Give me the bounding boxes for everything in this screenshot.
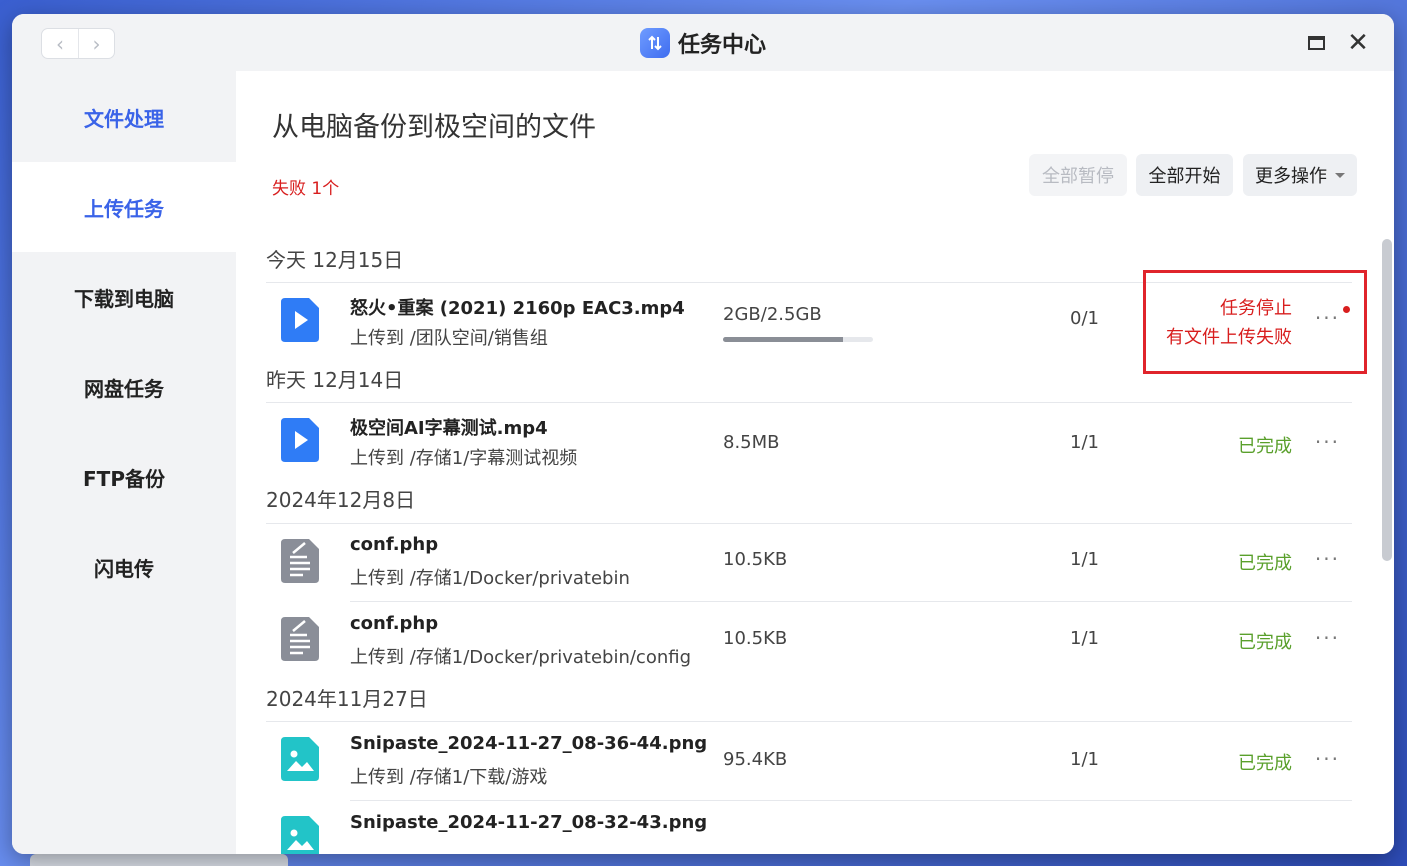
fail-count-filter[interactable]: 失败 1个 [272, 174, 339, 199]
back-button[interactable]: ‹ [42, 29, 78, 58]
table-row[interactable]: 极空间AI字幕测试.mp4 上传到 /存储1/字幕测试视频 8.5MB 1/1 … [266, 402, 1352, 480]
file-count: 1/1 [1070, 549, 1099, 570]
date-group-header: 昨天 12月14日 [266, 368, 404, 392]
file-name: conf.php [350, 613, 439, 634]
file-count: 1/1 [1070, 749, 1099, 770]
file-name: Snipaste_2024-11-27_08-36-44.png [350, 733, 708, 754]
date-group-header: 2024年12月8日 [266, 488, 416, 512]
close-icon: ✕ [1347, 28, 1369, 58]
table-row[interactable]: conf.php 上传到 /存储1/Docker/privatebin/conf… [266, 601, 1352, 679]
file-name: conf.php [350, 534, 439, 555]
title-bar: ‹ › 任务中心 ✕ [12, 14, 1394, 71]
sidebar-item-ftp-backup[interactable]: FTP备份 [12, 432, 236, 522]
file-count: 1/1 [1070, 628, 1099, 649]
status-text: 已完成 [1238, 753, 1292, 774]
app-title-text: 任务中心 [678, 33, 767, 58]
sidebar-item-cloud-tasks[interactable]: 网盘任务 [12, 342, 236, 432]
sidebar-item-flash-transfer[interactable]: 闪电传 [12, 522, 236, 612]
button-label: 全部暂停 [1042, 166, 1114, 187]
sidebar-item-upload-tasks[interactable]: 上传任务 [12, 162, 236, 252]
chevron-left-icon: ‹ [56, 31, 64, 56]
upload-progress-bar [723, 337, 873, 342]
upload-destination: 上传到 /团队空间/销售组 [350, 328, 548, 349]
table-row[interactable]: conf.php 上传到 /存储1/Docker/privatebin 10.5… [266, 523, 1352, 601]
forward-button[interactable]: › [78, 29, 114, 58]
file-size: 8.5MB [723, 432, 780, 453]
start-all-button[interactable]: 全部开始 [1136, 154, 1233, 196]
file-size: 95.4KB [723, 749, 788, 770]
task-center-logo-icon [640, 28, 670, 58]
sidebar-item-label: 下载到电脑 [74, 286, 174, 311]
document-file-icon [281, 617, 319, 661]
sidebar-item-label: FTP备份 [83, 466, 165, 491]
main-panel: 从电脑备份到极空间的文件 失败 1个 全部暂停 全部开始 更多操作 今天 12月… [236, 71, 1394, 854]
sidebar-item-label: 上传任务 [84, 196, 164, 221]
upload-progress-fill [723, 337, 843, 342]
status-text: 已完成 [1238, 553, 1292, 574]
document-file-icon [281, 539, 319, 583]
sidebar-item-file-processing[interactable]: 文件处理 [12, 72, 236, 162]
status-text: 已完成 [1238, 436, 1292, 457]
upload-destination: 上传到 /存储1/字幕测试视频 [350, 448, 578, 469]
desktop-taskbar-fragment [30, 854, 288, 866]
file-size: 2GB/2.5GB [723, 304, 822, 325]
image-file-icon [281, 737, 319, 781]
status-text: 已完成 [1238, 632, 1292, 653]
sidebar: 文件处理 上传任务 下载到电脑 网盘任务 FTP备份 闪电传 [12, 71, 236, 854]
upload-destination: 上传到 /存储1/下载/游戏 [350, 767, 548, 788]
date-group-header: 2024年11月27日 [266, 687, 428, 711]
file-size: 10.5KB [723, 628, 788, 649]
file-name: 怒火•重案 (2021) 2160p EAC3.mp4 [350, 298, 685, 319]
file-name: 极空间AI字幕测试.mp4 [350, 418, 548, 439]
sidebar-item-download-to-pc[interactable]: 下载到电脑 [12, 252, 236, 342]
chevron-right-icon: › [92, 31, 101, 56]
more-options-icon[interactable]: ··· [1315, 549, 1340, 569]
history-nav: ‹ › [41, 28, 115, 59]
app-title: 任务中心 [640, 27, 766, 59]
sidebar-item-label: 网盘任务 [84, 376, 164, 401]
error-highlight-box [1143, 270, 1367, 374]
file-size: 10.5KB [723, 549, 788, 570]
file-count: 1/1 [1070, 432, 1099, 453]
more-actions-dropdown[interactable]: 更多操作 [1243, 154, 1357, 196]
sidebar-item-label: 闪电传 [94, 556, 154, 581]
more-options-icon[interactable]: ··· [1315, 749, 1340, 769]
button-label: 更多操作 [1255, 166, 1327, 187]
vertical-scrollbar[interactable] [1382, 239, 1392, 561]
sidebar-item-label: 文件处理 [84, 106, 164, 131]
file-count: 0/1 [1070, 308, 1099, 329]
chevron-down-icon [1335, 172, 1345, 178]
pause-all-button[interactable]: 全部暂停 [1029, 154, 1127, 196]
file-name: Snipaste_2024-11-27_08-32-43.png [350, 812, 708, 833]
video-file-icon [281, 418, 319, 462]
page-title: 从电脑备份到极空间的文件 [272, 112, 596, 143]
upload-destination: 上传到 /存储1/Docker/privatebin/config [350, 647, 692, 668]
image-file-icon [281, 816, 319, 854]
date-group-header: 今天 12月15日 [266, 248, 404, 272]
maximize-button[interactable] [1305, 32, 1327, 54]
table-row[interactable]: Snipaste_2024-11-27_08-32-43.png [266, 800, 1352, 854]
video-file-icon [281, 298, 319, 342]
close-button[interactable]: ✕ [1347, 28, 1369, 58]
table-row[interactable]: Snipaste_2024-11-27_08-36-44.png 上传到 /存储… [266, 721, 1352, 799]
more-options-icon[interactable]: ··· [1315, 432, 1340, 452]
maximize-icon [1307, 36, 1325, 50]
button-label: 全部开始 [1148, 166, 1221, 187]
task-center-window: ‹ › 任务中心 ✕ 文件处理 上传任务 下载到电脑 网盘任务 FTP备份 闪电… [12, 14, 1394, 854]
more-options-icon[interactable]: ··· [1315, 628, 1340, 648]
upload-destination: 上传到 /存储1/Docker/privatebin [350, 568, 630, 589]
